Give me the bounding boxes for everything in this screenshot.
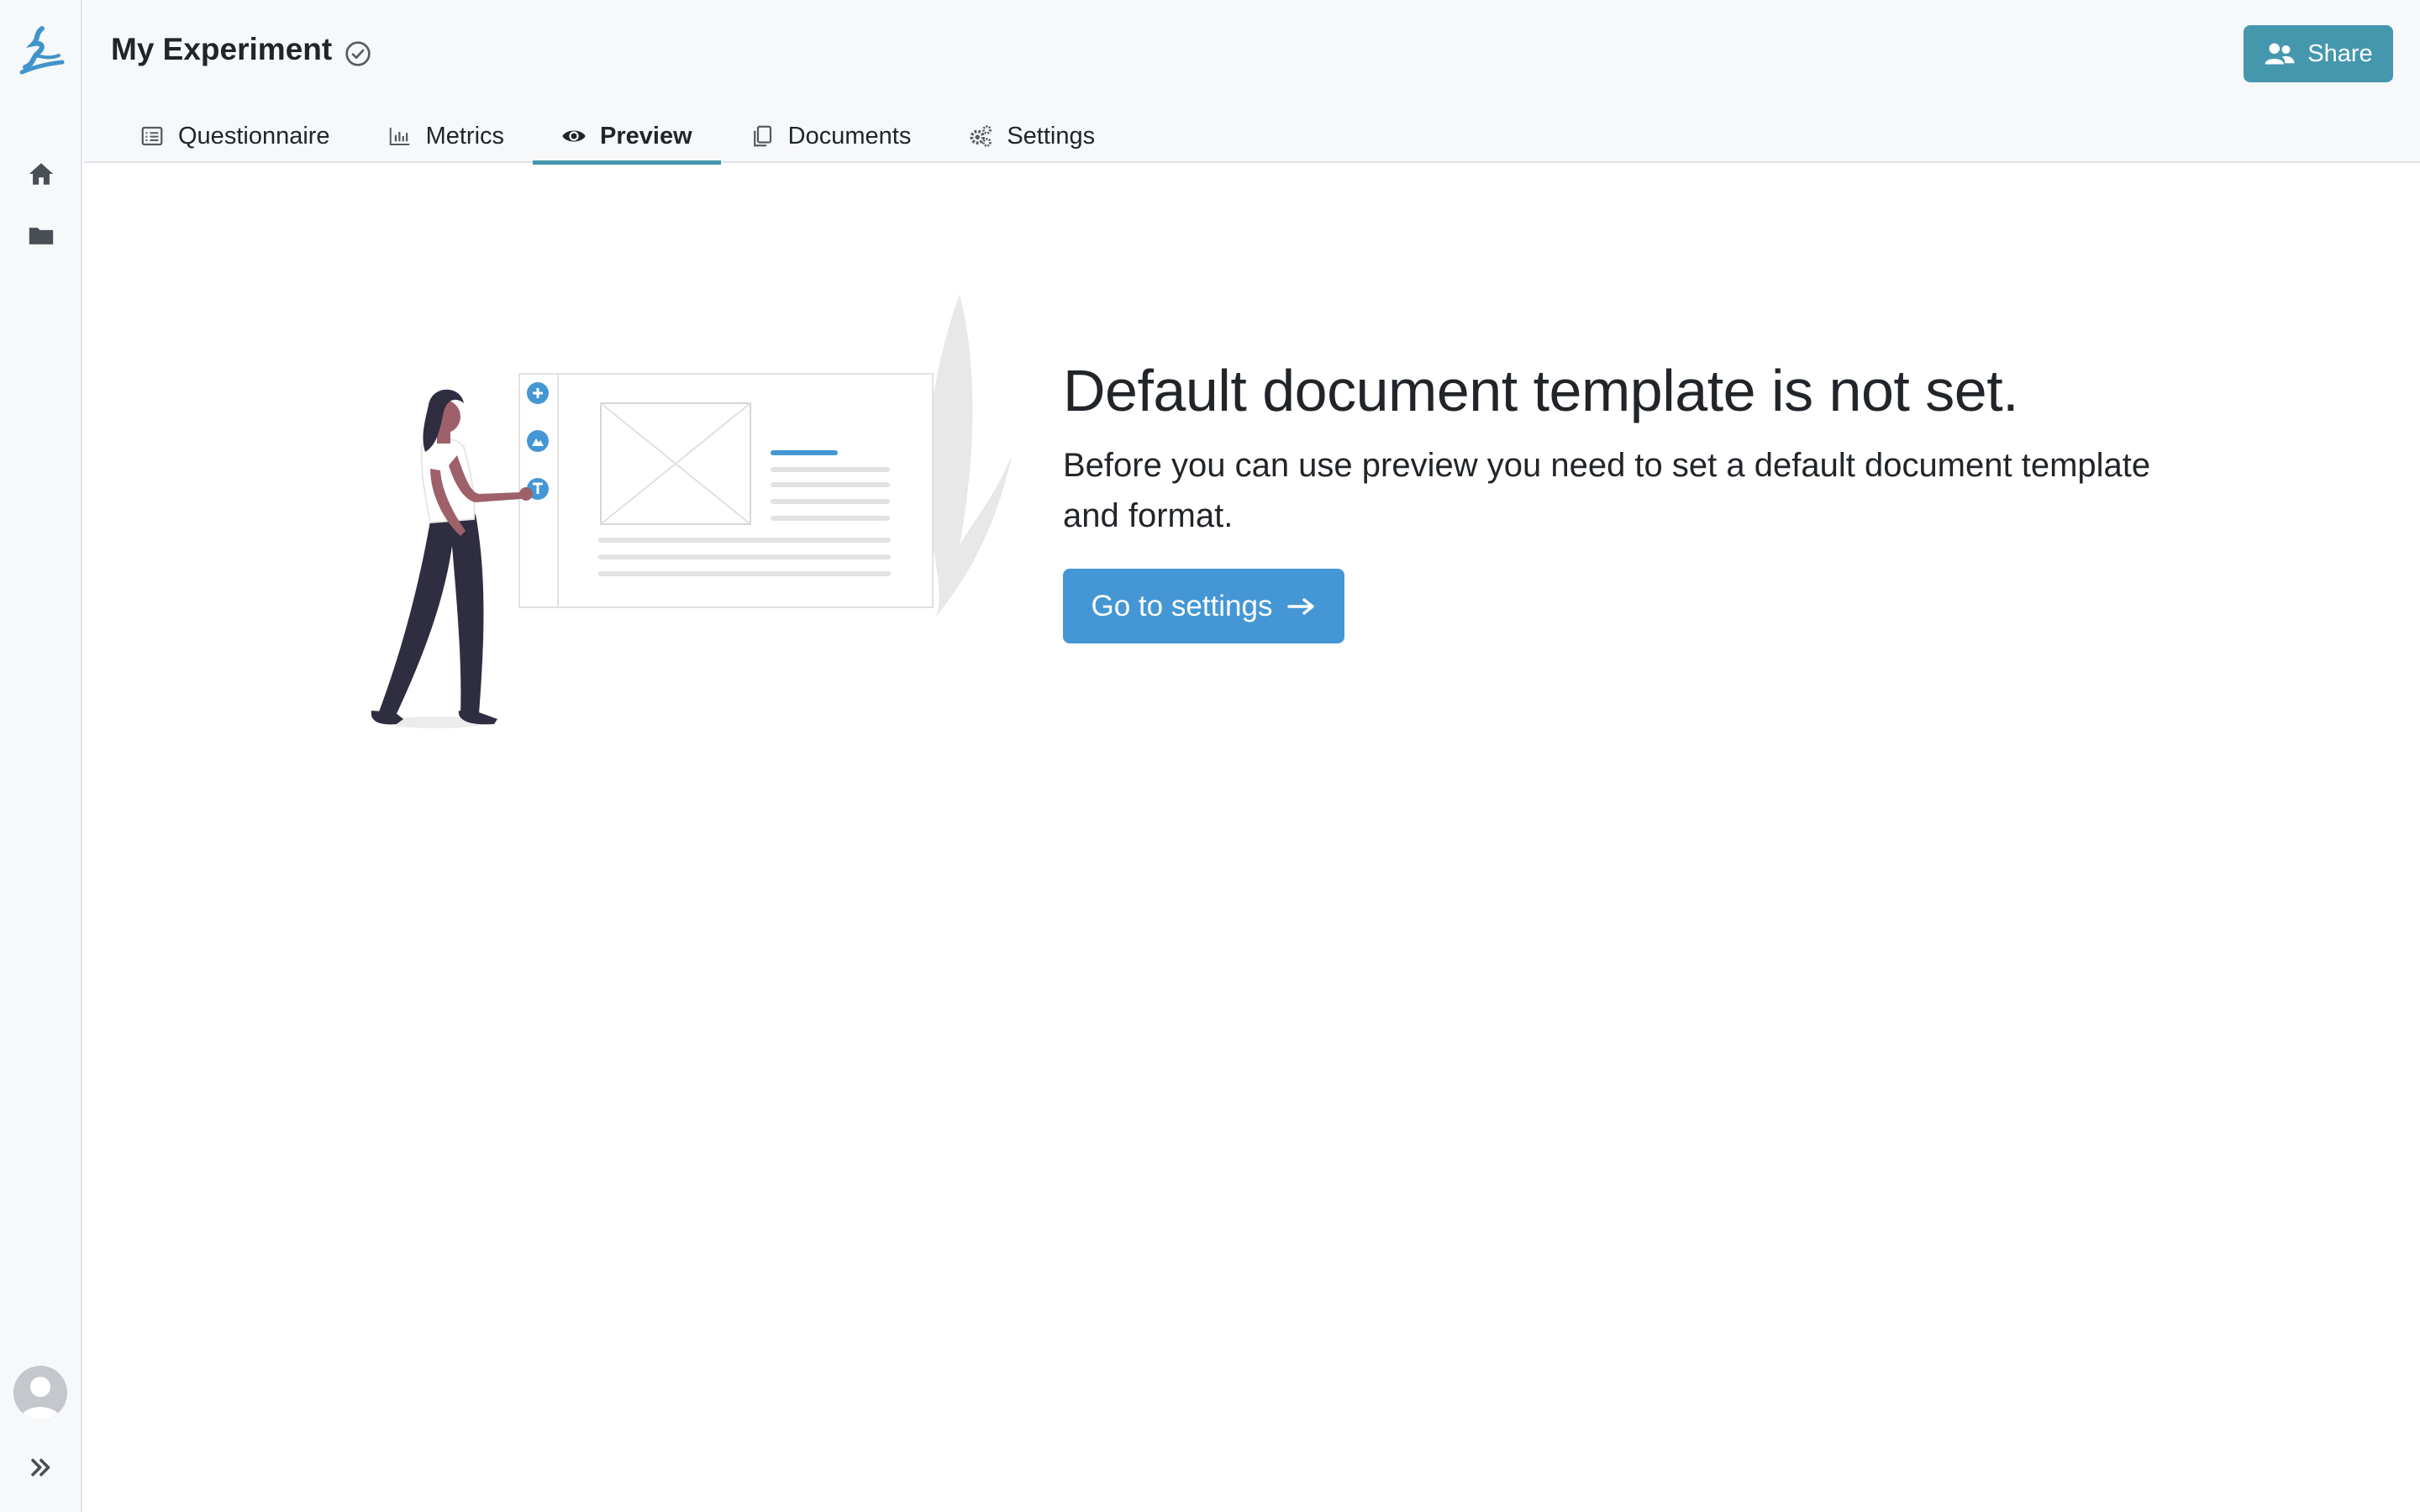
tab-documents[interactable]: Documents — [721, 109, 940, 163]
tab-questionnaire[interactable]: Questionnaire — [111, 109, 359, 163]
go-to-settings-label: Go to settings — [1091, 589, 1273, 622]
sidebar — [0, 0, 82, 1512]
copy-icon — [753, 125, 771, 147]
gears-icon — [970, 125, 992, 147]
empty-state-description: Before you can use preview you need to s… — [1063, 447, 2151, 534]
eye-icon — [562, 130, 586, 142]
go-to-settings-button[interactable]: Go to settings — [1063, 569, 1344, 643]
home-icon — [29, 163, 54, 185]
user-avatar-icon[interactable] — [13, 1366, 67, 1420]
check-circle-icon — [345, 41, 371, 66]
tab-preview[interactable]: Preview — [533, 109, 721, 165]
list-icon — [141, 126, 163, 146]
empty-state-title: Default document template is not set. — [1063, 358, 2019, 423]
folder-icon — [29, 228, 54, 244]
page-title: My Experiment — [111, 32, 333, 66]
tab-label: Metrics — [425, 122, 505, 150]
arrow-right-icon — [1287, 597, 1315, 615]
tab-label: Preview — [600, 122, 692, 150]
sidebar-item-projects[interactable] — [22, 217, 60, 255]
sidebar-expand-button[interactable] — [22, 1448, 60, 1487]
double-chevron-right-icon — [31, 1458, 50, 1477]
users-icon — [2265, 43, 2295, 65]
project-header: My Experiment Share Questionnaire Metric — [84, 0, 2420, 165]
tab-label: Documents — [787, 122, 912, 150]
person-editing-document-illustration — [353, 294, 1017, 739]
share-button-label: Share — [2307, 39, 2373, 67]
share-button[interactable]: Share — [2244, 25, 2393, 82]
tab-metrics[interactable]: Metrics — [359, 109, 533, 163]
tab-label: Questionnaire — [178, 122, 330, 150]
project-tabs: Questionnaire Metrics Preview Documents — [111, 109, 1123, 165]
tab-label: Settings — [1007, 122, 1096, 150]
bar-chart-icon — [389, 128, 409, 145]
tab-settings[interactable]: Settings — [939, 109, 1123, 163]
sidebar-item-home[interactable] — [22, 155, 60, 193]
ds-wizard-logo-icon[interactable] — [17, 25, 66, 77]
